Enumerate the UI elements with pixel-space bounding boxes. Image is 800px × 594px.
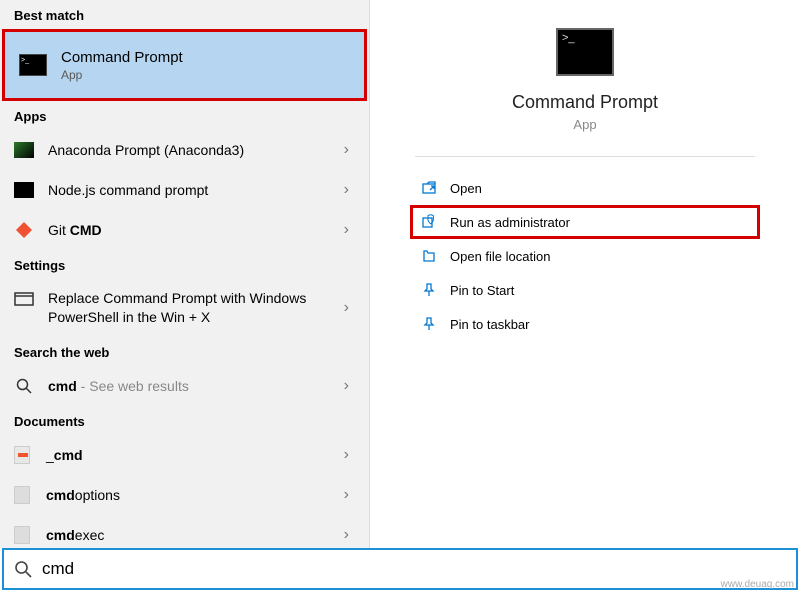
app-git-cmd[interactable]: Git CMD › <box>0 210 369 250</box>
action-pin-to-taskbar[interactable]: Pin to taskbar <box>410 307 760 341</box>
admin-shield-icon <box>420 213 438 231</box>
chevron-right-icon[interactable]: › <box>344 221 355 239</box>
document-icon <box>14 486 30 504</box>
chevron-right-icon[interactable]: › <box>344 141 355 159</box>
chevron-right-icon[interactable]: › <box>344 446 355 464</box>
best-match-title: Command Prompt <box>61 49 183 66</box>
app-anaconda-prompt[interactable]: Anaconda Prompt (Anaconda3) › <box>0 130 369 170</box>
search-icon <box>14 378 34 394</box>
chevron-right-icon[interactable]: › <box>344 299 355 317</box>
search-input[interactable] <box>42 559 786 579</box>
search-bar[interactable] <box>2 548 798 590</box>
settings-window-icon <box>14 292 34 306</box>
search-results-panel: Best match Command Prompt App Apps Anaco… <box>0 0 370 548</box>
anaconda-icon <box>14 142 34 158</box>
setting-replace-cmd[interactable]: Replace Command Prompt with Windows Powe… <box>0 279 369 337</box>
preview-title: Command Prompt <box>512 92 658 113</box>
section-search-web: Search the web <box>0 337 369 366</box>
app-nodejs-prompt[interactable]: Node.js command prompt › <box>0 170 369 210</box>
document-icon <box>14 446 30 464</box>
action-pin-to-start[interactable]: Pin to Start <box>410 273 760 307</box>
document-icon <box>14 526 30 544</box>
best-match-command-prompt[interactable]: Command Prompt App <box>2 29 367 101</box>
folder-icon <box>420 247 438 265</box>
doc-underscore-cmd[interactable]: _cmd › <box>0 435 369 475</box>
section-documents: Documents <box>0 406 369 435</box>
action-open[interactable]: Open <box>410 171 760 205</box>
chevron-right-icon[interactable]: › <box>344 486 355 504</box>
doc-cmdexec[interactable]: cmdexec › <box>0 515 369 548</box>
preview-subtitle: App <box>573 117 596 132</box>
command-prompt-large-icon <box>556 28 614 76</box>
watermark: www.deuaq.com <box>721 579 794 590</box>
command-prompt-icon <box>14 182 34 198</box>
action-run-as-admin[interactable]: Run as administrator <box>410 205 760 239</box>
pin-start-icon <box>420 281 438 299</box>
search-icon <box>14 560 32 578</box>
best-match-subtitle: App <box>61 68 183 82</box>
action-open-file-location[interactable]: Open file location <box>410 239 760 273</box>
web-result-cmd[interactable]: cmd - See web results › <box>0 366 369 406</box>
divider <box>415 156 755 157</box>
doc-cmdoptions[interactable]: cmdoptions › <box>0 475 369 515</box>
section-apps: Apps <box>0 101 369 130</box>
command-prompt-icon <box>19 54 47 76</box>
section-best-match: Best match <box>0 0 369 29</box>
section-settings: Settings <box>0 250 369 279</box>
open-icon <box>420 179 438 197</box>
chevron-right-icon[interactable]: › <box>344 377 355 395</box>
git-icon <box>14 222 34 238</box>
pin-taskbar-icon <box>420 315 438 333</box>
chevron-right-icon[interactable]: › <box>344 526 355 544</box>
preview-panel: Command Prompt App Open Run as administr… <box>370 0 800 548</box>
chevron-right-icon[interactable]: › <box>344 181 355 199</box>
